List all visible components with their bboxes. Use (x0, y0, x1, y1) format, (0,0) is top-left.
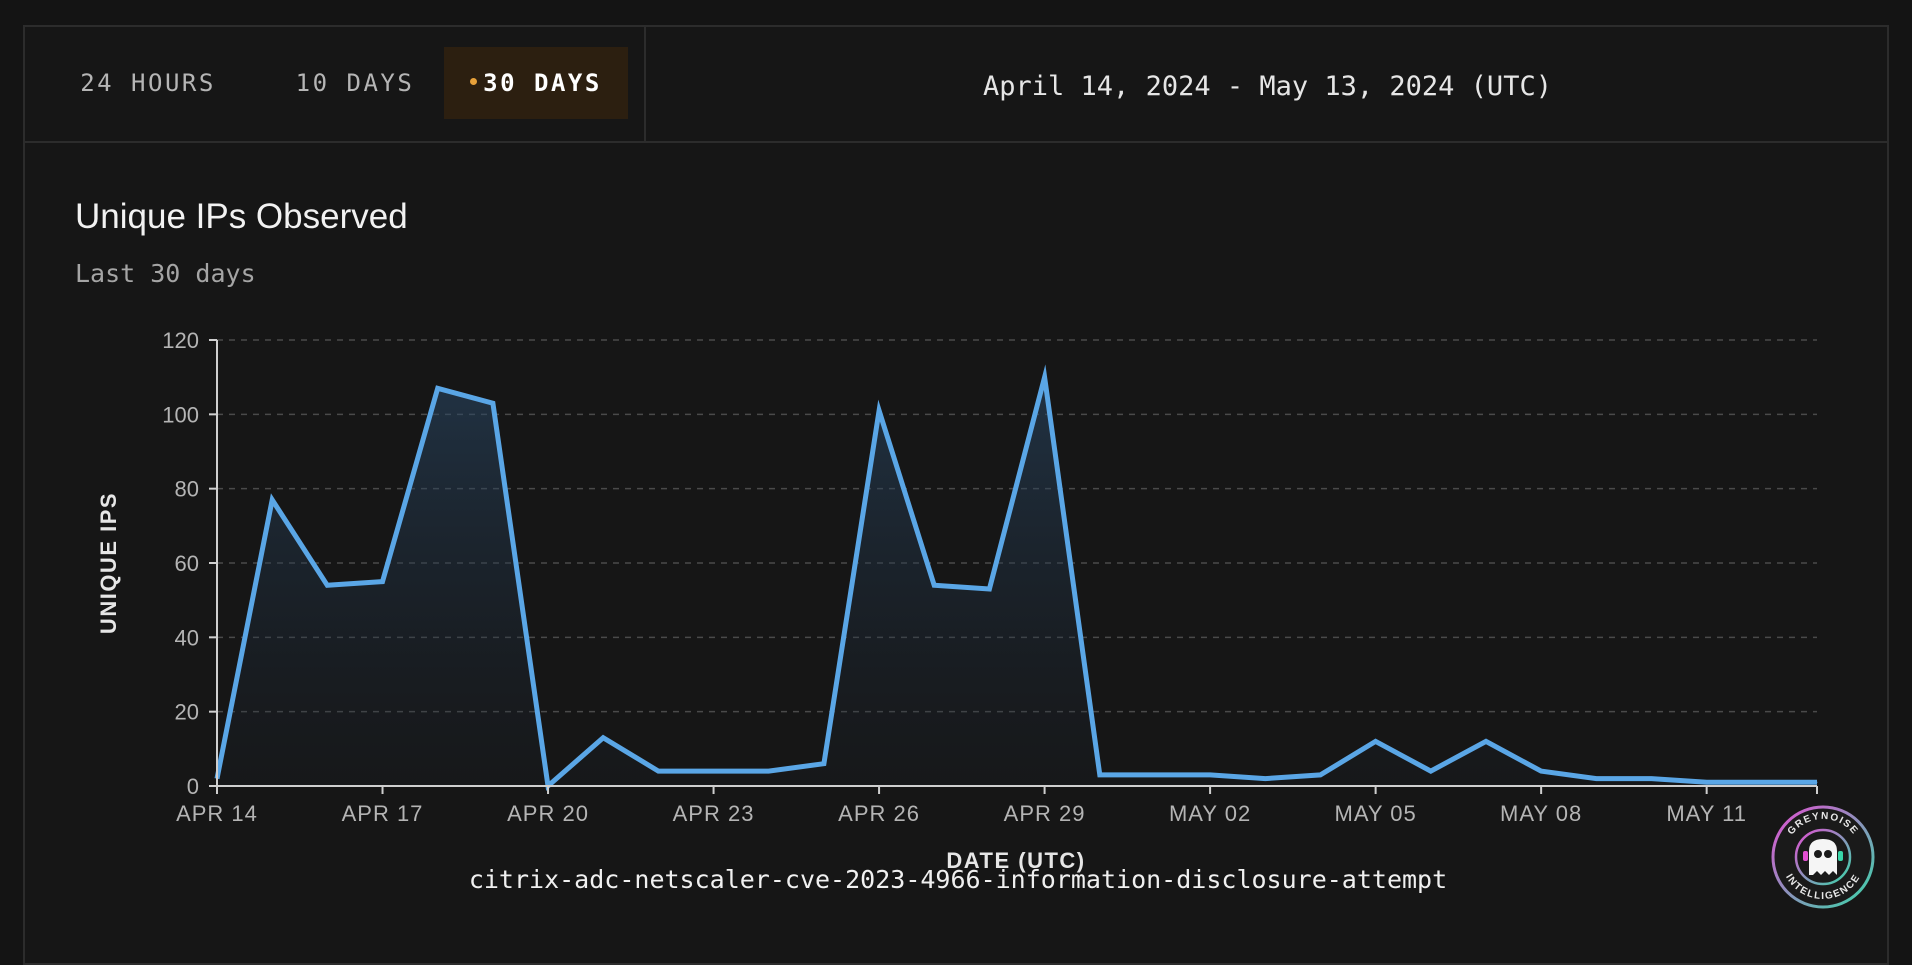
data-point (1264, 778, 1266, 780)
greynoise-logo: GREYNOISE INTELLIGENCE (1767, 801, 1879, 918)
data-point (713, 770, 715, 772)
x-tick-label: APR 26 (838, 801, 920, 826)
x-tick-label: MAY 02 (1169, 801, 1251, 826)
x-tick-label: APR 23 (673, 801, 755, 826)
data-point (878, 410, 880, 412)
x-tick-label: MAY 08 (1500, 801, 1582, 826)
data-point (823, 763, 825, 765)
data-point (326, 584, 328, 586)
x-tick-label: APR 29 (1004, 801, 1086, 826)
data-point (437, 387, 439, 389)
data-point (1816, 781, 1818, 783)
data-point (1540, 770, 1542, 772)
y-tick-label: 80 (175, 477, 199, 502)
data-point (1485, 740, 1487, 742)
data-point (1154, 774, 1156, 776)
data-point (1044, 376, 1046, 378)
x-tick-label: APR 14 (176, 801, 258, 826)
data-point (1099, 774, 1101, 776)
y-tick-label: 60 (175, 551, 199, 576)
y-tick-label: 120 (162, 328, 199, 353)
data-point (768, 770, 770, 772)
x-tick-label: APR 20 (507, 801, 589, 826)
ghost-icon: GREYNOISE INTELLIGENCE (1771, 805, 1875, 909)
data-point (1651, 778, 1652, 780)
series-caption: citrix-adc-netscaler-cve-2023-4966-infor… (468, 865, 1448, 894)
y-tick-label: 0 (187, 774, 199, 799)
data-point (1375, 740, 1377, 742)
data-point (1430, 770, 1432, 772)
series-area (217, 377, 1817, 786)
x-tick-label: APR 17 (342, 801, 424, 826)
unique-ips-chart: 0 20 40 60 80 100 120 APR 14 APR 17 APR 20 APR 23 A… (96, 328, 1818, 873)
data-point (382, 581, 383, 583)
data-point (1706, 781, 1708, 783)
data-point (933, 584, 935, 586)
chart-panel: 24 HOURS 10 DAYS 30 DAYS April 14, 2024 … (23, 25, 1889, 965)
x-tick-label: MAY 05 (1335, 801, 1417, 826)
data-point (657, 770, 659, 772)
data-point (1209, 774, 1211, 776)
data-point (492, 402, 494, 404)
x-tick-label: MAY 11 (1666, 801, 1747, 826)
data-point (271, 499, 273, 501)
y-tick-label: 20 (175, 700, 199, 725)
y-tick-label: 40 (175, 625, 199, 650)
data-point (1319, 774, 1321, 776)
y-axis-title: UNIQUE IPS (96, 492, 121, 634)
data-point (1761, 781, 1763, 783)
data-point (1595, 778, 1597, 780)
data-point (988, 588, 990, 590)
data-point (602, 737, 604, 739)
y-tick-label: 100 (162, 402, 199, 427)
